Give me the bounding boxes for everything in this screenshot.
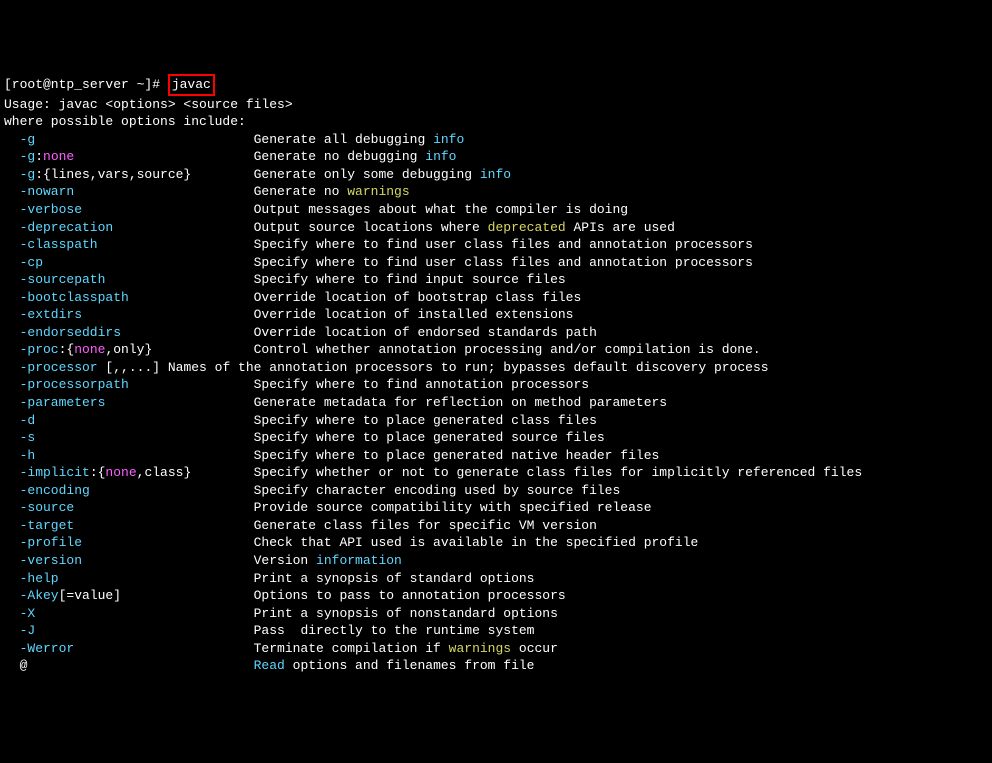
option-desc: Generate metadata for reflection on meth… bbox=[254, 395, 667, 410]
option-line: -bootclasspath Override location of boot… bbox=[20, 289, 988, 307]
terminal-output: [root@ntp_server ~]# javac Usage: javac … bbox=[4, 74, 988, 675]
option-flag: -profile bbox=[20, 534, 254, 552]
option-desc: Specify where to find input source files bbox=[254, 272, 566, 287]
option-line: -classpath Specify where to find user cl… bbox=[20, 236, 988, 254]
option-flag: -parameters bbox=[20, 394, 254, 412]
option-line: -source Provide source compatibility wit… bbox=[20, 499, 988, 517]
option-line: -g:{lines,vars,source}Generate only some… bbox=[20, 166, 988, 184]
option-line: -deprecationOutput source locations wher… bbox=[20, 219, 988, 237]
option-flag: -help bbox=[20, 570, 254, 588]
option-flag: -s bbox=[20, 429, 254, 447]
option-desc: Output source locations where deprecated… bbox=[254, 220, 675, 235]
option-desc: Output messages about what the compiler … bbox=[254, 202, 628, 217]
option-line: -sourcepath Specify where to find input … bbox=[20, 271, 988, 289]
option-line: -verboseOutput messages about what the c… bbox=[20, 201, 988, 219]
option-desc: Generate class files for specific VM ver… bbox=[254, 518, 597, 533]
highlighted-command: javac bbox=[168, 74, 215, 96]
options-list: -gGenerate all debugging info-g:noneGene… bbox=[4, 131, 988, 675]
option-flag: -nowarn bbox=[20, 183, 254, 201]
option-desc: Print a synopsis of nonstandard options bbox=[254, 606, 558, 621]
option-line: -endorseddirs Override location of endor… bbox=[20, 324, 988, 342]
option-desc: Options to pass to annotation processors bbox=[254, 588, 566, 603]
option-desc: Generate no debugging info bbox=[254, 149, 457, 164]
where-line: where possible options include: bbox=[4, 114, 246, 129]
shell-prompt: [root@ntp_server ~]# javac bbox=[4, 77, 215, 92]
option-line: -helpPrint a synopsis of standard option… bbox=[20, 570, 988, 588]
option-line: -g:noneGenerate no debugging info bbox=[20, 148, 988, 166]
option-flag: -cp bbox=[20, 254, 254, 272]
option-flag: -X bbox=[20, 605, 254, 623]
option-flag: -g:none bbox=[20, 148, 254, 166]
option-flag: -endorseddirs bbox=[20, 324, 254, 342]
usage-line: Usage: javac <options> <source files> bbox=[4, 97, 293, 112]
option-line: -proc:{none,only}Control whether annotat… bbox=[20, 341, 988, 359]
option-desc: Terminate compilation if warnings occur bbox=[254, 641, 558, 656]
option-line: -encoding Specify character encoding use… bbox=[20, 482, 988, 500]
option-desc: Generate no warnings bbox=[254, 184, 410, 199]
option-desc: Control whether annotation processing an… bbox=[254, 342, 761, 357]
option-line: -versionVersion information bbox=[20, 552, 988, 570]
option-line: -gGenerate all debugging info bbox=[20, 131, 988, 149]
option-flag: -bootclasspath bbox=[20, 289, 254, 307]
option-desc: Specify where to place generated class f… bbox=[254, 413, 597, 428]
option-line: -cp Specify where to find user class fil… bbox=[20, 254, 988, 272]
option-desc: Specify where to place generated source … bbox=[254, 430, 605, 445]
option-desc: Override location of endorsed standards … bbox=[254, 325, 597, 340]
option-line: -Akey[=value]Options to pass to annotati… bbox=[20, 587, 988, 605]
option-desc: Generate all debugging info bbox=[254, 132, 465, 147]
option-desc: Specify character encoding used by sourc… bbox=[254, 483, 621, 498]
option-line: -JPass directly to the runtime system bbox=[20, 622, 988, 640]
option-flag: -encoding bbox=[20, 482, 254, 500]
option-desc: Provide source compatibility with specif… bbox=[254, 500, 652, 515]
option-flag: -processorpath bbox=[20, 376, 254, 394]
option-line: -target Generate class files for specifi… bbox=[20, 517, 988, 535]
option-flag: -g:{lines,vars,source} bbox=[20, 166, 254, 184]
option-flag: -extdirs bbox=[20, 306, 254, 324]
option-flag: -sourcepath bbox=[20, 271, 254, 289]
option-desc: Specify whether or not to generate class… bbox=[254, 465, 863, 480]
option-flag: -classpath bbox=[20, 236, 254, 254]
option-desc: Check that API used is available in the … bbox=[254, 535, 699, 550]
option-desc: Specify where to place generated native … bbox=[254, 448, 660, 463]
option-line: -processor [,,...] Names of the annotati… bbox=[20, 359, 988, 377]
option-desc: Override location of installed extension… bbox=[254, 307, 574, 322]
option-desc: Specify where to find annotation process… bbox=[254, 377, 589, 392]
option-line: -parametersGenerate metadata for reflect… bbox=[20, 394, 988, 412]
option-desc: Generate only some debugging info bbox=[254, 167, 511, 182]
option-line: -d Specify where to place generated clas… bbox=[20, 412, 988, 430]
option-flag: -J bbox=[20, 622, 254, 640]
option-desc: Read options and filenames from file bbox=[254, 658, 535, 673]
option-flag: -source bbox=[20, 499, 254, 517]
option-flag: -target bbox=[20, 517, 254, 535]
option-flag: -d bbox=[20, 412, 254, 430]
option-line: -profile Check that API used is availabl… bbox=[20, 534, 988, 552]
option-line: -processorpath Specify where to find ann… bbox=[20, 376, 988, 394]
option-flag: -implicit:{none,class} bbox=[20, 464, 254, 482]
option-desc: Print a synopsis of standard options bbox=[254, 571, 535, 586]
option-desc: Pass directly to the runtime system bbox=[254, 623, 535, 638]
option-flag: -proc:{none,only} bbox=[20, 341, 254, 359]
option-line: -h Specify where to place generated nati… bbox=[20, 447, 988, 465]
option-flag: -verbose bbox=[20, 201, 254, 219]
option-line: -WerrorTerminate compilation if warnings… bbox=[20, 640, 988, 658]
option-line: -extdirs Override location of installed … bbox=[20, 306, 988, 324]
option-desc: Version information bbox=[254, 553, 402, 568]
option-desc: Specify where to find user class files a… bbox=[254, 255, 753, 270]
option-desc: Specify where to find user class files a… bbox=[254, 237, 753, 252]
option-flag: -version bbox=[20, 552, 254, 570]
option-desc: Override location of bootstrap class fil… bbox=[254, 290, 582, 305]
option-line: -implicit:{none,class}Specify whether or… bbox=[20, 464, 988, 482]
option-flag: -deprecation bbox=[20, 219, 254, 237]
option-flag: -Akey[=value] bbox=[20, 587, 254, 605]
option-line: -XPrint a synopsis of nonstandard option… bbox=[20, 605, 988, 623]
option-flag: -Werror bbox=[20, 640, 254, 658]
option-line: @Read options and filenames from file bbox=[20, 657, 988, 675]
option-flag: @ bbox=[20, 657, 254, 675]
option-flag: -g bbox=[20, 131, 254, 149]
option-line: -nowarnGenerate no warnings bbox=[20, 183, 988, 201]
option-flag: -h bbox=[20, 447, 254, 465]
option-line: -s Specify where to place generated sour… bbox=[20, 429, 988, 447]
